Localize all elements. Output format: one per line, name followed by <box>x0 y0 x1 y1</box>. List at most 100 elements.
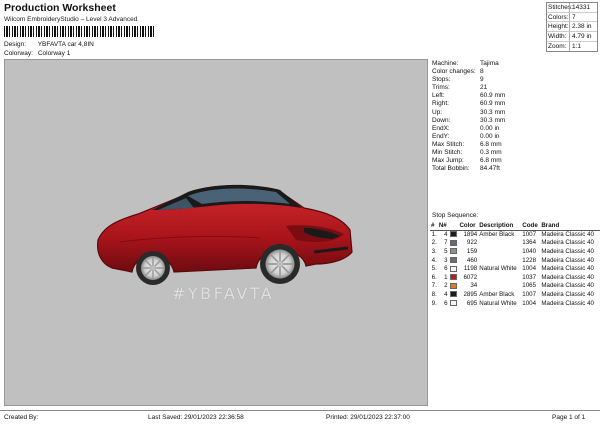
color-swatch <box>449 282 457 289</box>
stop-swatch <box>449 256 459 265</box>
color-swatch <box>449 256 457 263</box>
summary-zoom: Zoom: 1:1 <box>547 41 597 52</box>
stop-brand: Madeira Classic 40 <box>541 290 594 298</box>
stop-color-number: 1894 <box>463 231 478 239</box>
stop-sequence-table: # N# Color Description Code Brand 1. 4 189… <box>430 221 600 307</box>
col-code: Code <box>521 221 541 231</box>
info-min-stitch: Min Stitch: 0.3 mm <box>432 149 502 157</box>
table-row: 8. 4 2895 Amber Black 1007 Madeira Classic 40 <box>430 290 600 299</box>
stop-index: 9. <box>431 299 437 307</box>
stop-brand: Madeira Classic 40 <box>541 299 594 307</box>
color-swatch <box>449 265 457 272</box>
stop-needle: 1 <box>444 273 448 281</box>
design-label: Design: <box>4 41 27 48</box>
machine-info-panel: Machine: Tajima Color changes: 8 Stops: 9 T… <box>432 60 598 173</box>
stop-code: 1004 <box>522 265 537 273</box>
stop-brand: Madeira Classic 40 <box>541 239 594 247</box>
info-max-stitch: Max Stitch: 6.8 mm <box>432 140 502 148</box>
stop-index: 6. <box>431 273 437 281</box>
worksheet-title: Production Worksheet <box>4 2 116 14</box>
stop-needle: 7 <box>444 239 448 247</box>
design-preview: #YBFAVTA <box>4 59 428 406</box>
info-right: Right: 60.9 mm <box>432 100 506 108</box>
stop-brand: Madeira Classic 40 <box>541 282 594 290</box>
footer-printed: Printed: 29/01/2023 22:37:00 <box>326 414 410 421</box>
stop-index: 4. <box>431 256 437 264</box>
stop-color-number: 2895 <box>463 290 478 298</box>
footer-created-by: Created By: <box>4 414 39 421</box>
stop-needle: 4 <box>444 231 448 239</box>
colorway-name: Colorway 1 <box>37 50 71 57</box>
stop-description: Amber Black <box>479 290 515 298</box>
stop-brand: Madeira Classic 40 <box>541 247 594 255</box>
stop-needle: 6 <box>444 299 448 307</box>
stop-description: Natural White <box>479 299 517 307</box>
table-row: 3. 5 159 1040 Madeira Classic 40 <box>430 247 600 256</box>
stop-description: Natural White <box>479 265 517 273</box>
design-text-lettering: #YBFAVTA <box>172 284 275 303</box>
stop-needle: 3 <box>444 256 448 264</box>
info-endx: EndX: 0.00 in <box>432 124 500 132</box>
info-color-changes: Color changes: 8 <box>432 68 484 76</box>
info-trims: Trims: 21 <box>432 84 488 92</box>
table-row: 1. 4 1894 Amber Black 1007 Madeira Classic 40 <box>430 230 600 239</box>
stop-code: 1228 <box>522 256 537 264</box>
colorway-row: Colorway: Colorway 1 <box>4 50 70 57</box>
table-row: 5. 6 1198 Natural White 1004 Madeira Classic … <box>430 264 600 273</box>
stop-needle: 5 <box>444 247 448 255</box>
summary-width: Width: 4.79 in <box>547 32 597 42</box>
stop-color-number: 460 <box>466 256 478 264</box>
stop-swatch <box>449 264 459 273</box>
stop-swatch <box>449 230 459 239</box>
table-row: 2. 7 922 1364 Madeira Classic 40 <box>430 239 600 248</box>
table-row: 7. 2 34 1065 Madeira Classic 40 <box>430 282 600 291</box>
footer-last-saved: Last Saved: 29/01/2023 22:36:58 <box>148 414 244 421</box>
stop-code: 1007 <box>522 290 537 298</box>
stop-swatch <box>449 273 459 282</box>
stop-index: 2. <box>431 239 437 247</box>
stop-index: 3. <box>431 247 437 255</box>
design-name-row: Design: YBFAVTA car 4,8IN <box>4 41 94 48</box>
stop-description <box>478 247 521 256</box>
table-row: 4. 3 460 1228 Madeira Classic 40 <box>430 256 600 265</box>
info-machine: Machine: Tajima <box>432 60 499 67</box>
info-up: Up: 30.3 mm <box>432 108 506 116</box>
stop-color-number: 922 <box>466 239 478 247</box>
info-left: Left: 60.9 mm <box>432 92 506 100</box>
color-swatch <box>449 239 457 246</box>
software-subtitle: Wilcom EmbroideryStudio – Level 3 Advanc… <box>4 16 138 23</box>
colorway-label: Colorway: <box>4 50 33 57</box>
summary-box: Stitches: 14331 Colors: 7 Height: 2.38 i… <box>546 2 598 53</box>
summary-height: Height: 2.38 in <box>547 22 597 33</box>
color-swatch <box>449 231 457 238</box>
stop-needle: 6 <box>444 265 448 273</box>
stop-swatch <box>449 299 459 308</box>
col-swatch <box>448 221 459 231</box>
stop-index: 7. <box>431 282 437 290</box>
col-description: Description <box>478 221 522 231</box>
table-row: 6. 1 6072 1037 Madeira Classic 40 <box>430 273 600 282</box>
stop-color-number: 695 <box>466 299 478 307</box>
info-max-jump: Max Jump: 6.8 mm <box>432 157 502 165</box>
info-total-bobbin: Total Bobbin: 84.47ft <box>432 165 500 173</box>
stop-index: 5. <box>431 265 437 273</box>
table-row: 9. 6 695 Natural White 1004 Madeira Classic 4… <box>430 299 600 308</box>
stop-color-number: 1198 <box>463 265 478 273</box>
stop-index: 1. <box>431 231 437 239</box>
color-swatch <box>449 291 457 298</box>
stop-brand: Madeira Classic 40 <box>541 256 594 264</box>
stop-needle: 2 <box>444 282 448 290</box>
stop-color-number: 6072 <box>463 273 478 281</box>
stop-brand: Madeira Classic 40 <box>541 265 594 273</box>
stop-sequence-header-row: # N# Color Description Code Brand <box>430 221 600 231</box>
footer-bar: Created By: Last Saved: 29/01/2023 22:36… <box>0 410 600 424</box>
stop-brand: Madeira Classic 40 <box>541 231 594 239</box>
stop-code: 1040 <box>522 247 537 255</box>
stop-description <box>478 273 521 282</box>
stop-needle: 4 <box>444 290 448 298</box>
stop-code: 1007 <box>522 231 537 239</box>
stop-code: 1364 <box>522 239 537 247</box>
info-stops: Stops: 9 <box>432 76 484 84</box>
car-embroidery-image <box>97 184 353 285</box>
info-endy: EndY: 0.00 in <box>432 132 500 140</box>
